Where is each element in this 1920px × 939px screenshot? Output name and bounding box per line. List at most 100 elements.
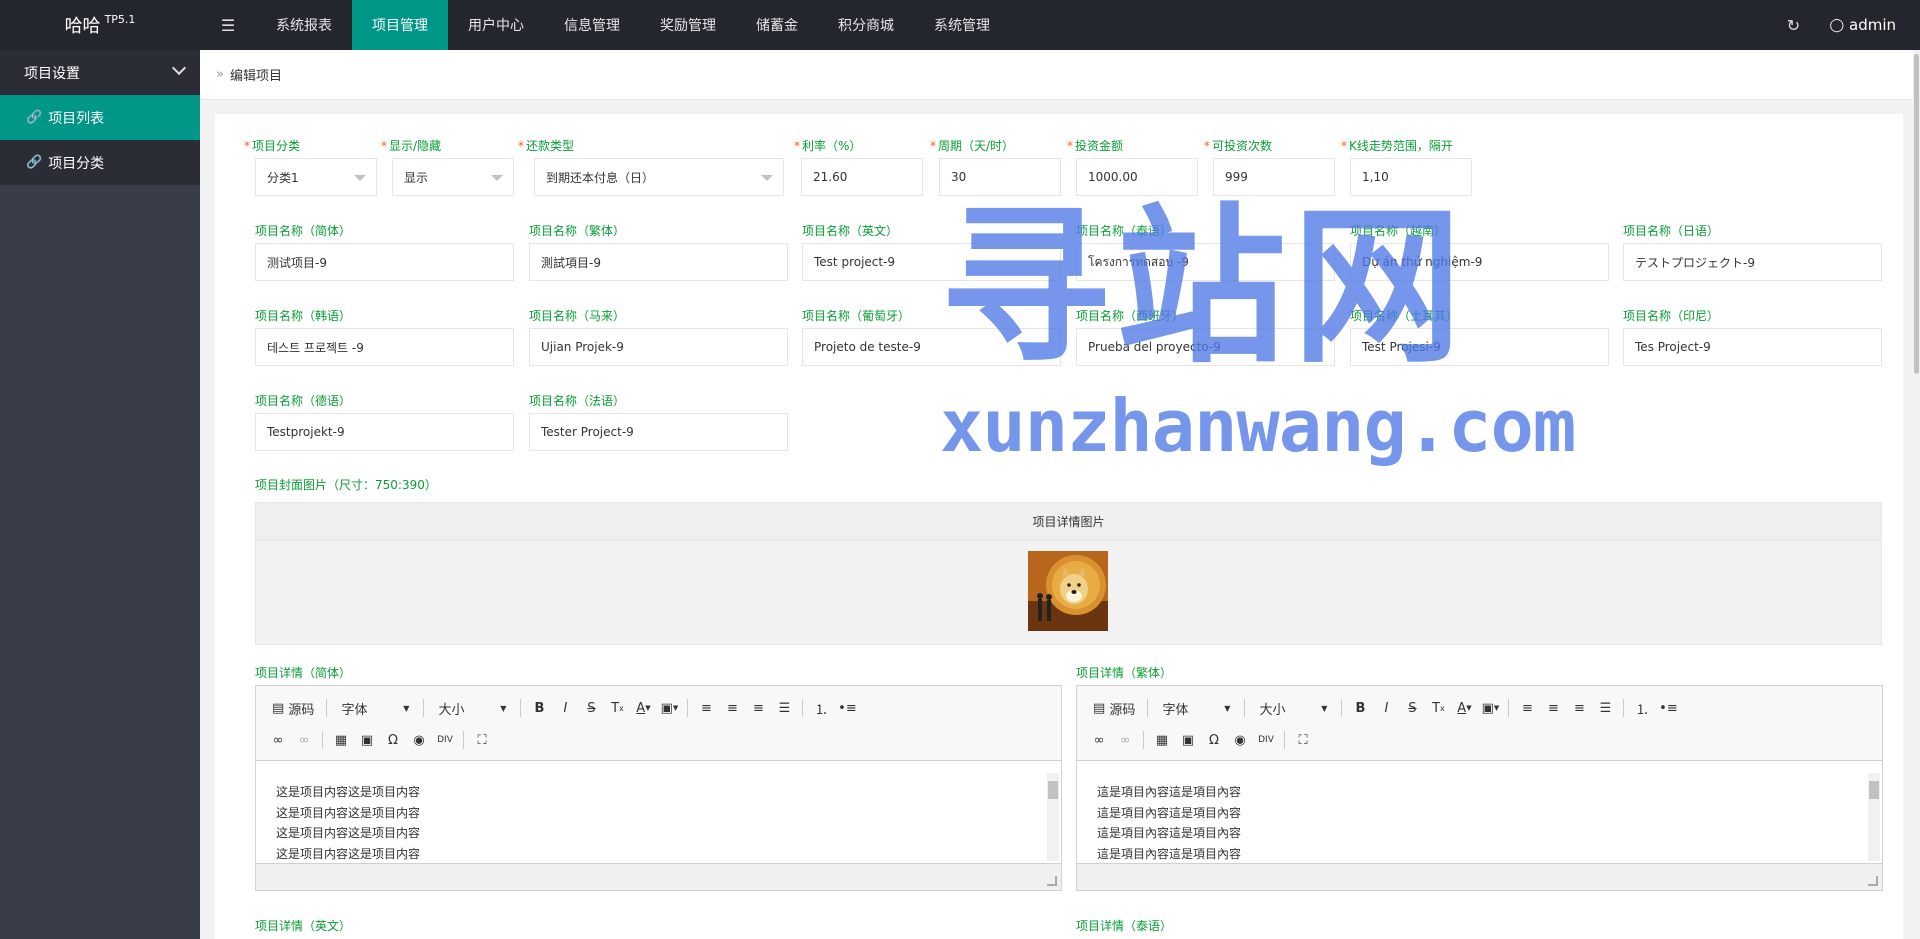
cover-image-thumbnail[interactable]	[1028, 551, 1108, 631]
strikethrough-icon[interactable]: S	[581, 697, 601, 719]
italic-icon[interactable]: I	[555, 697, 575, 719]
unordered-list-icon[interactable]: •≡	[837, 697, 857, 719]
name-tr-input[interactable]: Test Projesi-9	[1350, 328, 1609, 366]
menu-toggle-icon[interactable]: ☰	[200, 0, 256, 50]
size-dropdown[interactable]: 大小 ▼	[432, 697, 512, 719]
editor-scrollbar[interactable]	[1047, 773, 1059, 861]
editor-content[interactable]: 这是项目内容这是项目内容 这是项目内容这是项目内容 这是项目内容这是项目内容 这…	[256, 762, 1061, 862]
align-center-icon[interactable]: ≡	[1543, 697, 1563, 719]
maximize-icon[interactable]: ⛶	[1293, 729, 1313, 751]
repayment-type-select[interactable]: 到期还本付息（日）	[534, 158, 784, 196]
name-id-input[interactable]: Tes Project-9	[1623, 328, 1882, 366]
sidebar-item-project-category[interactable]: 🔗 项目分类	[0, 140, 200, 185]
table-icon[interactable]: ▦	[1152, 729, 1172, 751]
name-th-input[interactable]: โครงการทดสอบ -9	[1076, 243, 1335, 281]
name-en-input[interactable]: Test project-9	[802, 243, 1061, 281]
field-name-ko: 项目名称（韩语） 테스트 프로젝트 -9	[255, 307, 514, 366]
align-justify-icon[interactable]: ☰	[774, 697, 794, 719]
bold-icon[interactable]: B	[1350, 697, 1370, 719]
page-scrollbar[interactable]	[1913, 50, 1920, 939]
name-ms-input[interactable]: Ujian Projek-9	[529, 328, 788, 366]
name-zh-tw-input[interactable]: 測試項目-9	[529, 243, 788, 281]
link-icon[interactable]: ∞	[1089, 729, 1109, 751]
page-scrollbar-thumb[interactable]	[1914, 54, 1919, 374]
cover-image-label: 项目封面图片（尺寸：750:390）	[255, 478, 437, 492]
clear-format-icon[interactable]: Tx	[607, 697, 627, 719]
align-right-icon[interactable]: ≡	[1569, 697, 1589, 719]
name-es-input[interactable]: Prueba del proyecto-9	[1076, 328, 1335, 366]
unlink-icon[interactable]: ∞	[294, 729, 314, 751]
name-de-input[interactable]: Testprojekt-9	[255, 413, 514, 451]
font-dropdown[interactable]: 字体 ▼	[1156, 697, 1236, 719]
unlink-icon[interactable]: ∞	[1115, 729, 1135, 751]
flash-icon[interactable]: ◉	[1230, 729, 1250, 751]
category-select[interactable]: 分类1	[255, 158, 377, 196]
align-left-icon[interactable]: ≡	[696, 697, 716, 719]
sidebar-group-label: 项目设置	[24, 65, 80, 82]
iframe-icon[interactable]: DIV	[435, 729, 455, 751]
visibility-select[interactable]: 显示	[392, 158, 514, 196]
name-fr-input[interactable]: Tester Project-9	[529, 413, 788, 451]
name-vi-input[interactable]: Dự án thử nghiệm-9	[1350, 243, 1609, 281]
period-input[interactable]: 30	[939, 158, 1061, 196]
interest-rate-input[interactable]: 21.60	[801, 158, 923, 196]
align-right-icon[interactable]: ≡	[748, 697, 768, 719]
nav-item-points-mall[interactable]: 积分商城	[818, 0, 914, 50]
nav-item-rewards[interactable]: 奖励管理	[640, 0, 736, 50]
editor-scrollbar[interactable]	[1868, 773, 1880, 861]
refresh-icon[interactable]: ↻	[1769, 0, 1817, 50]
align-justify-icon[interactable]: ☰	[1595, 697, 1615, 719]
bold-icon[interactable]: B	[529, 697, 549, 719]
sidebar-group-project-settings[interactable]: 项目设置	[0, 50, 200, 95]
align-left-icon[interactable]: ≡	[1517, 697, 1537, 719]
user-menu[interactable]: ◯ admin	[1817, 0, 1920, 50]
flash-icon[interactable]: ◉	[409, 729, 429, 751]
text-color-icon[interactable]: A ▼	[1454, 697, 1474, 719]
italic-icon[interactable]: I	[1376, 697, 1396, 719]
font-dropdown[interactable]: 字体 ▼	[335, 697, 415, 719]
kline-range-input[interactable]: 1,10	[1350, 158, 1472, 196]
invest-amount-input[interactable]: 1000.00	[1076, 158, 1198, 196]
cover-image-upload[interactable]: 项目详情图片	[255, 502, 1882, 645]
unordered-list-icon[interactable]: •≡	[1658, 697, 1678, 719]
name-pt-input[interactable]: Projeto de teste-9	[802, 328, 1061, 366]
clear-format-icon[interactable]: Tx	[1428, 697, 1448, 719]
link-icon[interactable]: ∞	[268, 729, 288, 751]
nav-item-savings[interactable]: 储蓄金	[736, 0, 818, 50]
special-char-icon[interactable]: Ω	[383, 729, 403, 751]
nav-item-projects[interactable]: 项目管理	[352, 0, 448, 50]
size-dropdown[interactable]: 大小 ▼	[1253, 697, 1333, 719]
invest-times-input[interactable]: 999	[1213, 158, 1335, 196]
nav-item-info[interactable]: 信息管理	[544, 0, 640, 50]
resize-handle-icon[interactable]	[1868, 876, 1878, 886]
field-name-de: 项目名称（德语） Testprojekt-9	[255, 392, 514, 451]
ordered-list-icon[interactable]: ⒈	[1632, 697, 1652, 719]
logo-text: 哈哈	[64, 16, 101, 37]
field-name-fr: 项目名称（法语） Tester Project-9	[529, 392, 788, 451]
text-color-icon[interactable]: A ▼	[633, 697, 653, 719]
logo[interactable]: 哈哈 TP5.1	[0, 0, 200, 50]
image-icon[interactable]: ▣	[357, 729, 377, 751]
nav-item-reports[interactable]: 系统报表	[256, 0, 352, 50]
name-ko-input[interactable]: 테스트 프로젝트 -9	[255, 328, 514, 366]
editor-content[interactable]: 這是項目內容這是項目內容 這是項目內容這是項目內容 這是項目內容這是項目內容 這…	[1077, 762, 1882, 862]
table-icon[interactable]: ▦	[331, 729, 351, 751]
maximize-icon[interactable]: ⛶	[472, 729, 492, 751]
iframe-icon[interactable]: DIV	[1256, 729, 1276, 751]
image-icon[interactable]: ▣	[1178, 729, 1198, 751]
strikethrough-icon[interactable]: S	[1402, 697, 1422, 719]
background-color-icon[interactable]: ▣ ▼	[1480, 697, 1500, 719]
ordered-list-icon[interactable]: ⒈	[811, 697, 831, 719]
nav-item-system[interactable]: 系统管理	[914, 0, 1010, 50]
sidebar-item-project-list[interactable]: 🔗 项目列表	[0, 95, 200, 140]
resize-handle-icon[interactable]	[1047, 876, 1057, 886]
background-color-icon[interactable]: ▣ ▼	[659, 697, 679, 719]
special-char-icon[interactable]: Ω	[1204, 729, 1224, 751]
source-button[interactable]: ▤ 源码	[268, 697, 318, 719]
logo-version: TP5.1	[104, 12, 136, 26]
nav-item-users[interactable]: 用户中心	[448, 0, 544, 50]
align-center-icon[interactable]: ≡	[722, 697, 742, 719]
name-ja-input[interactable]: テストプロジェクト-9	[1623, 243, 1882, 281]
source-button[interactable]: ▤ 源码	[1089, 697, 1139, 719]
name-zh-cn-input[interactable]: 测试项目-9	[255, 243, 514, 281]
